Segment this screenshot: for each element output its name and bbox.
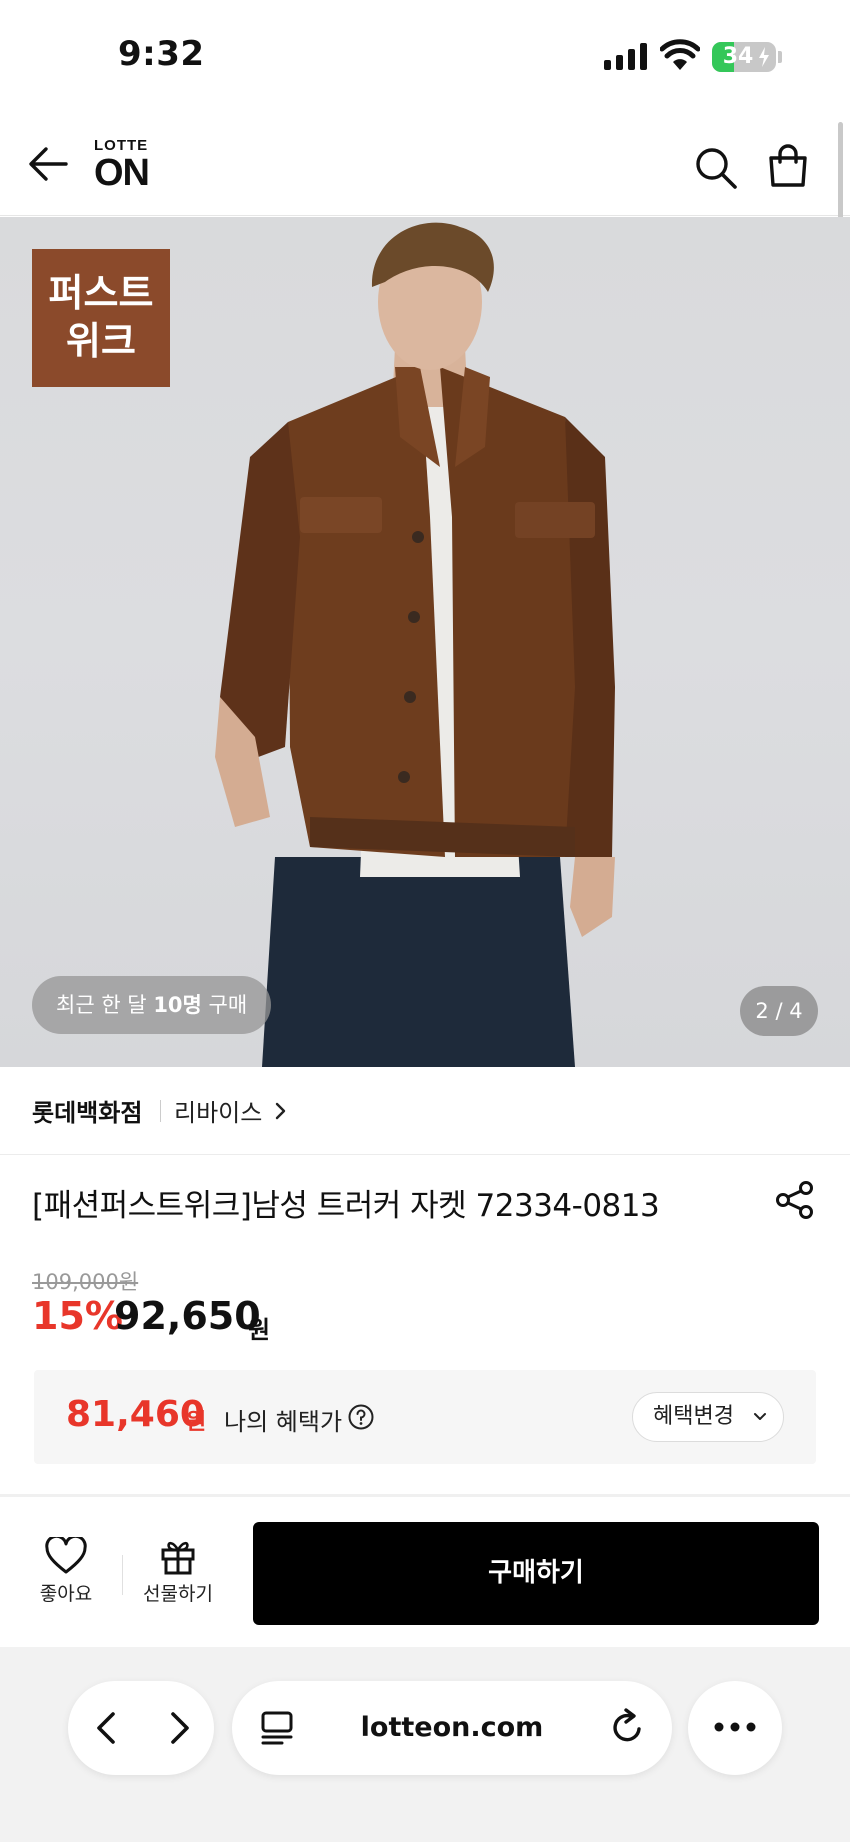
- heart-icon: [45, 1537, 87, 1574]
- product-title: [패션퍼스트위크]남성 트러커 자켓 72334-0813: [32, 1188, 660, 1224]
- recent-prefix: 최근 한 달: [56, 993, 154, 1017]
- badge-line-1: 퍼스트: [48, 271, 154, 315]
- purchase-action-bar: 좋아요 선물하기 구매하기: [0, 1497, 850, 1647]
- benefit-price-unit: 원: [186, 1410, 207, 1435]
- seller-row: 롯데백화점 리바이스: [0, 1067, 850, 1155]
- search-icon[interactable]: [694, 146, 738, 190]
- action-divider: [122, 1555, 123, 1595]
- benefit-change-label: 혜택변경: [653, 1404, 734, 1429]
- browser-toolbar: lotteon.com: [0, 1647, 850, 1842]
- chevron-left-icon[interactable]: [86, 1706, 130, 1750]
- logo-text-big: ON: [94, 152, 150, 194]
- sale-price-unit: 원: [248, 1316, 271, 1344]
- original-price: 109,000원: [32, 1270, 139, 1294]
- image-page-counter: 2 / 4: [740, 986, 818, 1036]
- recent-count: 10명: [153, 993, 202, 1017]
- wifi-icon: [660, 39, 700, 70]
- cellular-signal-icon: [604, 42, 647, 70]
- like-button[interactable]: 좋아요: [28, 1537, 104, 1617]
- more-dots-icon: [714, 1722, 756, 1732]
- page-menu-icon[interactable]: [258, 1709, 296, 1747]
- brand-link[interactable]: 리바이스: [174, 1093, 262, 1128]
- more-options-button[interactable]: [688, 1681, 782, 1775]
- store-name[interactable]: 롯데백화점: [32, 1093, 142, 1128]
- gift-button[interactable]: 선물하기: [136, 1537, 220, 1617]
- back-arrow-icon[interactable]: [26, 144, 70, 184]
- shopping-bag-icon[interactable]: [766, 144, 810, 188]
- first-week-badge: 퍼스트 위크: [32, 249, 170, 387]
- status-time: 9:32: [118, 34, 205, 74]
- recent-suffix: 구매: [201, 993, 248, 1017]
- sale-price: 92,650: [114, 1294, 261, 1338]
- chevron-right-icon[interactable]: [274, 1102, 286, 1120]
- like-label: 좋아요: [39, 1583, 93, 1605]
- address-bar[interactable]: lotteon.com: [232, 1681, 672, 1775]
- seller-divider: [160, 1100, 161, 1122]
- url-text[interactable]: lotteon.com: [312, 1681, 592, 1775]
- discount-rate: 15%: [32, 1294, 123, 1338]
- product-image-carousel[interactable]: 퍼스트 위크 최근 한 달 10명 구매 2 / 4: [0, 217, 850, 1067]
- buy-button[interactable]: 구매하기: [253, 1522, 819, 1625]
- question-circle-icon[interactable]: [348, 1404, 374, 1430]
- status-bar: 9:32 34: [0, 0, 850, 110]
- recent-purchase-pill: 최근 한 달 10명 구매: [32, 976, 272, 1034]
- badge-line-2: 위크: [66, 319, 136, 363]
- chevron-down-icon: [754, 1413, 766, 1420]
- benefit-label: 나의 혜택가: [224, 1408, 343, 1436]
- battery-level: 34: [722, 44, 754, 69]
- battery-icon: 34: [712, 42, 776, 72]
- gift-label: 선물하기: [143, 1583, 213, 1605]
- benefit-price: 81,460: [66, 1394, 205, 1435]
- charging-bolt-icon: [759, 47, 769, 67]
- browser-nav-group: [68, 1681, 214, 1775]
- gift-icon: [161, 1541, 195, 1575]
- app-header: LOTTE ON: [0, 110, 850, 216]
- lotte-on-logo[interactable]: LOTTE ON: [94, 138, 174, 194]
- reload-icon[interactable]: [608, 1707, 648, 1747]
- benefit-change-button[interactable]: 혜택변경: [632, 1392, 784, 1442]
- benefit-price-box: 81,460 원 나의 혜택가 혜택변경: [34, 1370, 816, 1464]
- battery-cap: [778, 51, 782, 63]
- share-icon[interactable]: [774, 1179, 816, 1221]
- chevron-right-icon[interactable]: [156, 1706, 200, 1750]
